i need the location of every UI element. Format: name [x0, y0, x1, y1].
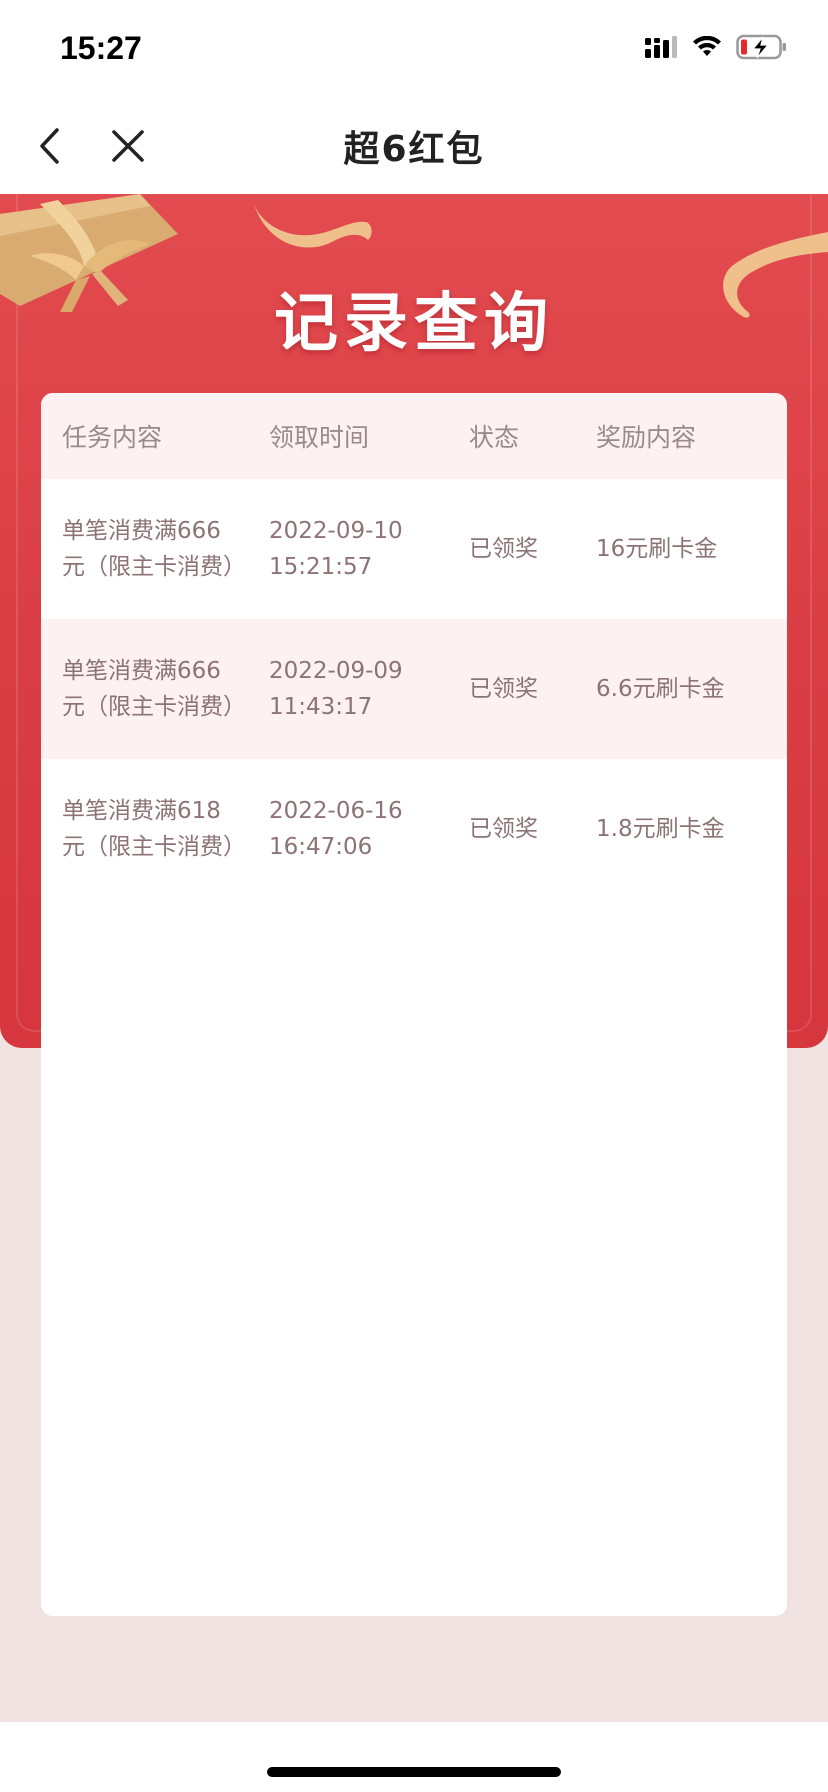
status-cell: 已领奖 — [469, 816, 538, 842]
task-cell: 单笔消费满666元（限主卡消费） — [62, 658, 246, 720]
header-time: 领取时间 — [269, 423, 370, 452]
status-bar: 15:27 — [0, 0, 828, 100]
banner-title: 记录查询 — [274, 287, 554, 361]
navigation-bar: 超6红包 — [0, 100, 828, 194]
time-cell: 2022-09-10 15:21:57 — [269, 479, 444, 619]
time-date: 2022-09-09 — [269, 658, 403, 684]
time-clock: 16:47:06 — [269, 834, 373, 860]
header-reward: 奖励内容 — [596, 423, 697, 452]
status-cell: 已领奖 — [469, 676, 538, 702]
table-header: 任务内容 领取时间 状态 奖励内容 — [41, 393, 787, 479]
battery-icon — [736, 34, 786, 60]
time-cell: 2022-09-09 11:43:17 — [269, 619, 444, 759]
table-row: 单笔消费满666元（限主卡消费） 2022-09-09 11:43:17 已领奖… — [41, 619, 787, 759]
task-cell: 单笔消费满618元（限主卡消费） — [62, 798, 246, 860]
home-indicator[interactable] — [267, 1767, 561, 1777]
status-time: 15:27 — [60, 30, 142, 66]
ribbon-icon — [252, 198, 372, 248]
reward-cell: 6.6元刷卡金 — [596, 676, 725, 702]
wifi-icon — [693, 36, 721, 56]
signal-icon — [645, 36, 677, 58]
header-task: 任务内容 — [62, 423, 163, 452]
table-row: 单笔消费满618元（限主卡消费） 2022-06-16 16:47:06 已领奖… — [41, 759, 787, 899]
reward-cell: 16元刷卡金 — [596, 536, 718, 562]
header-status: 状态 — [469, 423, 520, 452]
record-table: 任务内容 领取时间 状态 奖励内容 单笔消费满666元（限主卡消费） 2022-… — [41, 393, 787, 1616]
time-date: 2022-06-16 — [269, 798, 403, 824]
page-title: 超6红包 — [343, 129, 485, 170]
task-cell: 单笔消费满666元（限主卡消费） — [62, 518, 246, 580]
reward-cell: 1.8元刷卡金 — [596, 816, 725, 842]
time-cell: 2022-06-16 16:47:06 — [269, 759, 444, 899]
bottom-bar — [0, 1722, 828, 1792]
time-clock: 15:21:57 — [269, 554, 373, 580]
status-icons — [644, 34, 788, 60]
status-cell: 已领奖 — [469, 536, 538, 562]
table-row: 单笔消费满666元（限主卡消费） 2022-09-10 15:21:57 已领奖… — [41, 479, 787, 619]
time-clock: 11:43:17 — [269, 694, 373, 720]
time-date: 2022-09-10 — [269, 518, 403, 544]
